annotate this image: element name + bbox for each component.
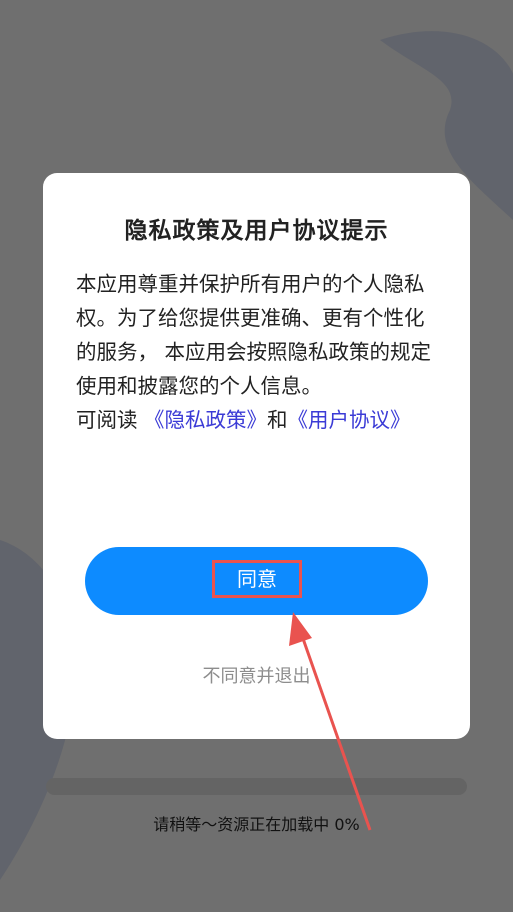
privacy-policy-link[interactable]: 《隐私政策》 [144, 408, 267, 432]
dialog-body: 本应用尊重并保护所有用户的个人隐私权。为了给您提供更准确、更有个性化的服务， 本… [76, 267, 438, 437]
privacy-paragraph: 本应用尊重并保护所有用户的个人隐私权。为了给您提供更准确、更有个性化的服务， 本… [76, 272, 432, 398]
user-agreement-link[interactable]: 《用户协议》 [288, 408, 411, 432]
read-prefix: 可阅读 [76, 408, 145, 432]
agree-button-label: 同意 [212, 560, 302, 598]
dialog-title: 隐私政策及用户协议提示 [124, 218, 389, 244]
connector-text: 和 [267, 408, 288, 432]
disagree-exit-button[interactable]: 不同意并退出 [43, 662, 470, 688]
read-links-line: 可阅读 《隐私政策》和《用户协议》 [76, 403, 438, 437]
agree-button[interactable]: 同意 [85, 547, 428, 615]
loading-status-text: 请稍等～资源正在加载中 0% [153, 815, 360, 834]
loading-progress-bar [46, 778, 467, 795]
privacy-dialog: 隐私政策及用户协议提示 本应用尊重并保护所有用户的个人隐私权。为了给您提供更准确… [43, 173, 470, 739]
